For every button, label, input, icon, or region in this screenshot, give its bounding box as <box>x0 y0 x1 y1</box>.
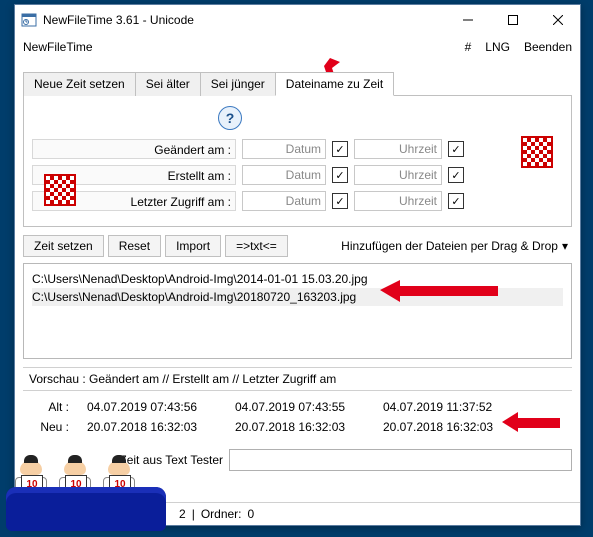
status-file-count: 2 <box>179 507 186 521</box>
old-label: Alt : <box>29 400 69 414</box>
created-time-input[interactable]: Uhrzeit <box>354 165 442 185</box>
calendar-tool-right-icon[interactable] <box>521 136 553 168</box>
menu-hash[interactable]: # <box>465 40 472 54</box>
menu-exit[interactable]: Beenden <box>524 40 572 54</box>
help-icon[interactable]: ? <box>218 106 242 130</box>
old-modified: 04.07.2019 07:43:56 <box>87 400 217 414</box>
file-list[interactable]: C:\Users\Nenad\Desktop\Android-Img\2014-… <box>23 263 572 359</box>
tab-filename-to-time[interactable]: Dateiname zu Zeit <box>275 72 394 96</box>
tab-panel: ? Geändert am : Datum ✓ Uhrzeit ✓ Erstel… <box>23 96 572 227</box>
modified-time-checkbox[interactable]: ✓ <box>448 141 464 157</box>
close-button[interactable] <box>535 5 580 35</box>
accessed-time-checkbox[interactable]: ✓ <box>448 193 464 209</box>
modified-time-input[interactable]: Uhrzeit <box>354 139 442 159</box>
preview-row-old: Alt : 04.07.2019 07:43:56 04.07.2019 07:… <box>29 397 566 417</box>
tab-be-older[interactable]: Sei älter <box>135 72 201 96</box>
text-tester-input[interactable] <box>229 449 572 471</box>
label-modified: Geändert am : <box>32 139 236 159</box>
actionbar: Zeit setzen Reset Import =>txt<= Hinzufü… <box>23 235 572 257</box>
preview-header: Vorschau : Geändert am // Erstellt am //… <box>23 367 572 391</box>
row-created: Erstellt am : Datum ✓ Uhrzeit ✓ <box>32 162 563 188</box>
status-folder-count: 0 <box>248 507 255 521</box>
new-accessed: 20.07.2018 16:32:03 <box>383 420 513 434</box>
accessed-date-checkbox[interactable]: ✓ <box>332 193 348 209</box>
reset-button[interactable]: Reset <box>108 235 161 257</box>
drag-drop-text: Hinzufügen der Dateien per Drag & Drop <box>341 239 558 253</box>
maximize-button[interactable] <box>490 5 535 35</box>
calendar-tool-left-icon[interactable] <box>44 174 76 206</box>
new-created: 20.07.2018 16:32:03 <box>235 420 365 434</box>
created-date-input[interactable]: Datum <box>242 165 326 185</box>
list-item[interactable]: C:\Users\Nenad\Desktop\Android-Img\2014-… <box>32 270 563 288</box>
preview-rows: Alt : 04.07.2019 07:43:56 04.07.2019 07:… <box>23 391 572 443</box>
tab-set-new-time[interactable]: Neue Zeit setzen <box>23 72 136 96</box>
modified-date-checkbox[interactable]: ✓ <box>332 141 348 157</box>
created-date-checkbox[interactable]: ✓ <box>332 167 348 183</box>
titlebar: NewFileTime 3.61 - Unicode <box>15 5 580 35</box>
drag-drop-label[interactable]: Hinzufügen der Dateien per Drag & Drop ▾ <box>341 239 572 253</box>
content: Neue Zeit setzen Sei älter Sei jünger Da… <box>15 59 580 477</box>
modified-date-input[interactable]: Datum <box>242 139 326 159</box>
import-button[interactable]: Import <box>165 235 221 257</box>
old-accessed: 04.07.2019 11:37:52 <box>383 400 513 414</box>
tab-be-younger[interactable]: Sei jünger <box>200 72 276 96</box>
row-accessed: Letzter Zugriff am : Datum ✓ Uhrzeit ✓ <box>32 188 563 214</box>
created-time-checkbox[interactable]: ✓ <box>448 167 464 183</box>
tabstrip: Neue Zeit setzen Sei älter Sei jünger Da… <box>23 71 572 96</box>
accessed-date-input[interactable]: Datum <box>242 191 326 211</box>
minimize-button[interactable] <box>445 5 490 35</box>
txt-button[interactable]: =>txt<= <box>225 235 288 257</box>
judges-illustration: 10 10 10 <box>6 447 166 531</box>
new-label: Neu : <box>29 420 69 434</box>
preview-row-new: Neu : 20.07.2018 16:32:03 20.07.2018 16:… <box>29 417 566 437</box>
chevron-down-icon: ▾ <box>562 239 568 253</box>
row-modified: Geändert am : Datum ✓ Uhrzeit ✓ <box>32 136 563 162</box>
menu-lng[interactable]: LNG <box>485 40 510 54</box>
set-time-button[interactable]: Zeit setzen <box>23 235 104 257</box>
menu-app[interactable]: NewFileTime <box>23 40 93 54</box>
menubar: NewFileTime # LNG Beenden <box>15 35 580 59</box>
app-icon <box>21 12 37 28</box>
window-controls <box>445 5 580 35</box>
accessed-time-input[interactable]: Uhrzeit <box>354 191 442 211</box>
old-created: 04.07.2019 07:43:55 <box>235 400 365 414</box>
window-title: NewFileTime 3.61 - Unicode <box>43 13 445 27</box>
list-item[interactable]: C:\Users\Nenad\Desktop\Android-Img\20180… <box>32 288 563 306</box>
status-folder-label: Ordner: <box>201 507 242 521</box>
new-modified: 20.07.2018 16:32:03 <box>87 420 217 434</box>
